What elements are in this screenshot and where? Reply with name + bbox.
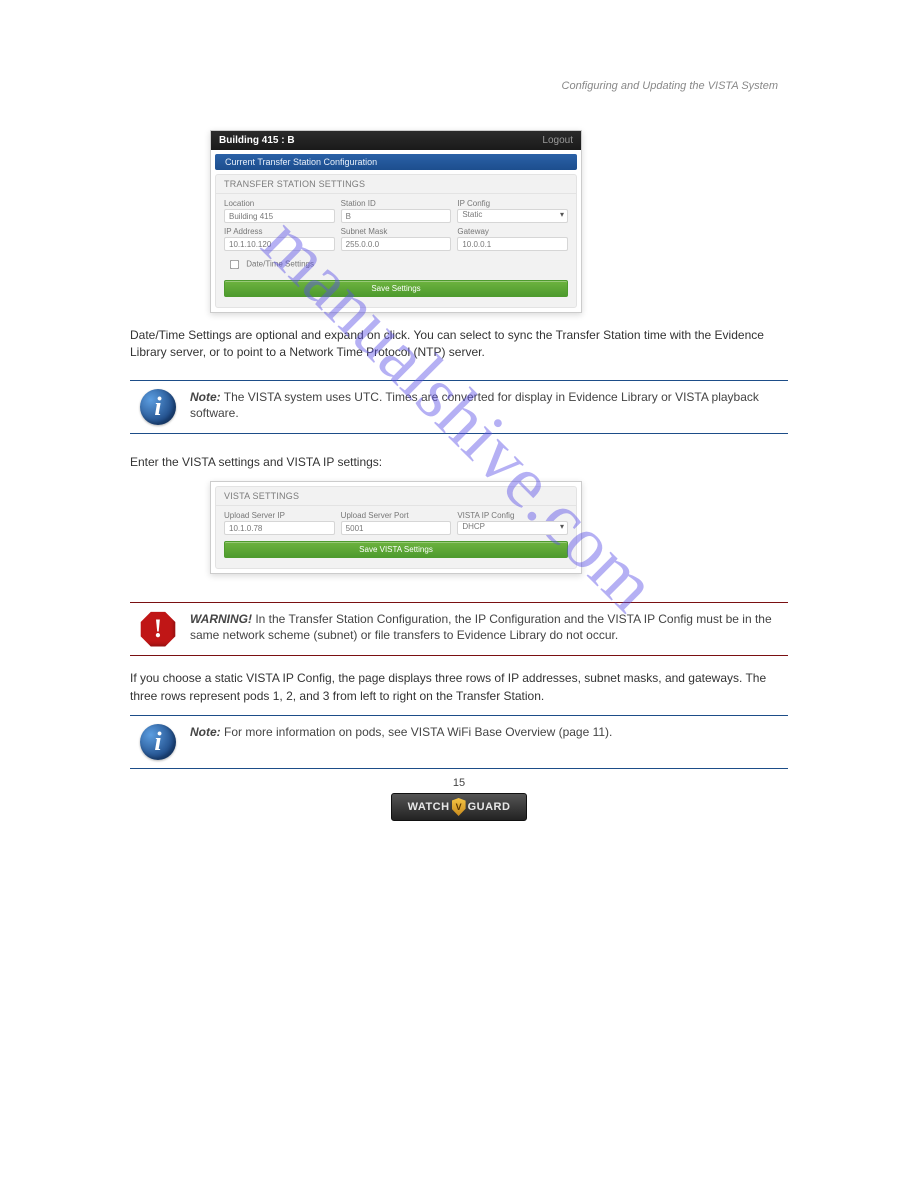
info-icon: i: [140, 389, 176, 425]
datetime-label: Date/Time Settings: [246, 260, 314, 269]
ip-config-select[interactable]: Static: [457, 209, 568, 223]
save-vista-settings-button[interactable]: Save VISTA Settings: [224, 541, 568, 558]
warning-text: WARNING! In the Transfer Station Configu…: [190, 611, 788, 643]
vista-settings-row: Upload Server IP 10.1.0.78 Upload Server…: [224, 511, 568, 535]
logo-text-left: WATCH: [408, 801, 450, 813]
ip-address-label: IP Address: [224, 227, 335, 236]
warning-body: In the Transfer Station Configuration, t…: [190, 612, 772, 642]
note-callout-utc: i Note: The VISTA system uses UTC. Times…: [130, 380, 788, 434]
save-settings-button[interactable]: Save Settings: [224, 280, 568, 297]
upload-server-port-label: Upload Server Port: [341, 511, 452, 520]
subnet-mask-label: Subnet Mask: [341, 227, 452, 236]
note-label: Note:: [190, 725, 221, 739]
app-title: Building 415 : B: [219, 135, 295, 146]
panel-title: VISTA SETTINGS: [216, 487, 576, 506]
note-text: Note: The VISTA system uses UTC. Times a…: [190, 389, 788, 421]
gateway-label: Gateway: [457, 227, 568, 236]
location-input[interactable]: Building 415: [224, 209, 335, 223]
location-label: Location: [224, 199, 335, 208]
note-callout-pods: i Note: For more information on pods, se…: [130, 715, 788, 769]
warning-icon: !: [140, 611, 176, 647]
upload-server-port-input[interactable]: 5001: [341, 521, 452, 535]
logout-link[interactable]: Logout: [542, 135, 573, 146]
warning-callout-subnet: ! WARNING! In the Transfer Station Confi…: [130, 602, 788, 656]
panel-title: TRANSFER STATION SETTINGS: [216, 175, 576, 194]
vista-ip-config-select[interactable]: DHCP: [457, 521, 568, 535]
note-label: Note:: [190, 390, 221, 404]
upload-server-ip-input[interactable]: 10.1.0.78: [224, 521, 335, 535]
gateway-input[interactable]: 10.0.0.1: [457, 237, 568, 251]
vista-settings-intro: Enter the VISTA settings and VISTA IP se…: [130, 454, 788, 471]
section-header: Configuring and Updating the VISTA Syste…: [562, 80, 778, 92]
datetime-checkbox[interactable]: [230, 260, 239, 269]
upload-server-ip-label: Upload Server IP: [224, 511, 335, 520]
subnet-mask-input[interactable]: 255.0.0.0: [341, 237, 452, 251]
settings-row-1: Location Building 415 Station ID B IP Co…: [224, 199, 568, 223]
info-icon: i: [140, 724, 176, 760]
app-title-prefix: Building 415 :: [219, 135, 287, 146]
settings-row-2: IP Address 10.1.10.120 Subnet Mask 255.0…: [224, 227, 568, 251]
watchguard-logo: WATCH V GUARD: [391, 793, 527, 821]
station-id-label: Station ID: [341, 199, 452, 208]
static-ip-paragraph: If you choose a static VISTA IP Config, …: [130, 670, 788, 705]
vista-settings-panel: VISTA SETTINGS Upload Server IP 10.1.0.7…: [215, 486, 577, 569]
datetime-expand[interactable]: Date/Time Settings: [224, 255, 568, 274]
datetime-paragraph: Date/Time Settings are optional and expa…: [130, 327, 788, 362]
ip-config-label: IP Config: [457, 199, 568, 208]
note-body: The VISTA system uses UTC. Times are con…: [190, 390, 759, 420]
note-body: For more information on pods, see VISTA …: [221, 725, 613, 739]
vista-settings-screenshot: VISTA SETTINGS Upload Server IP 10.1.0.7…: [210, 481, 582, 574]
vista-ip-config-label: VISTA IP Config: [457, 511, 568, 520]
transfer-station-config-screenshot: Building 415 : B Logout Current Transfer…: [210, 130, 582, 313]
page-number: 15: [453, 777, 465, 789]
transfer-station-settings-panel: TRANSFER STATION SETTINGS Location Build…: [215, 174, 577, 308]
shield-icon: V: [452, 798, 466, 816]
config-banner: Current Transfer Station Configuration: [215, 154, 577, 170]
warning-label: WARNING!: [190, 612, 252, 626]
app-titlebar: Building 415 : B Logout: [211, 131, 581, 150]
app-title-station: B: [287, 135, 294, 146]
logo-text-right: GUARD: [468, 801, 511, 813]
ip-address-input[interactable]: 10.1.10.120: [224, 237, 335, 251]
note-text: Note: For more information on pods, see …: [190, 724, 612, 740]
station-id-input[interactable]: B: [341, 209, 452, 223]
